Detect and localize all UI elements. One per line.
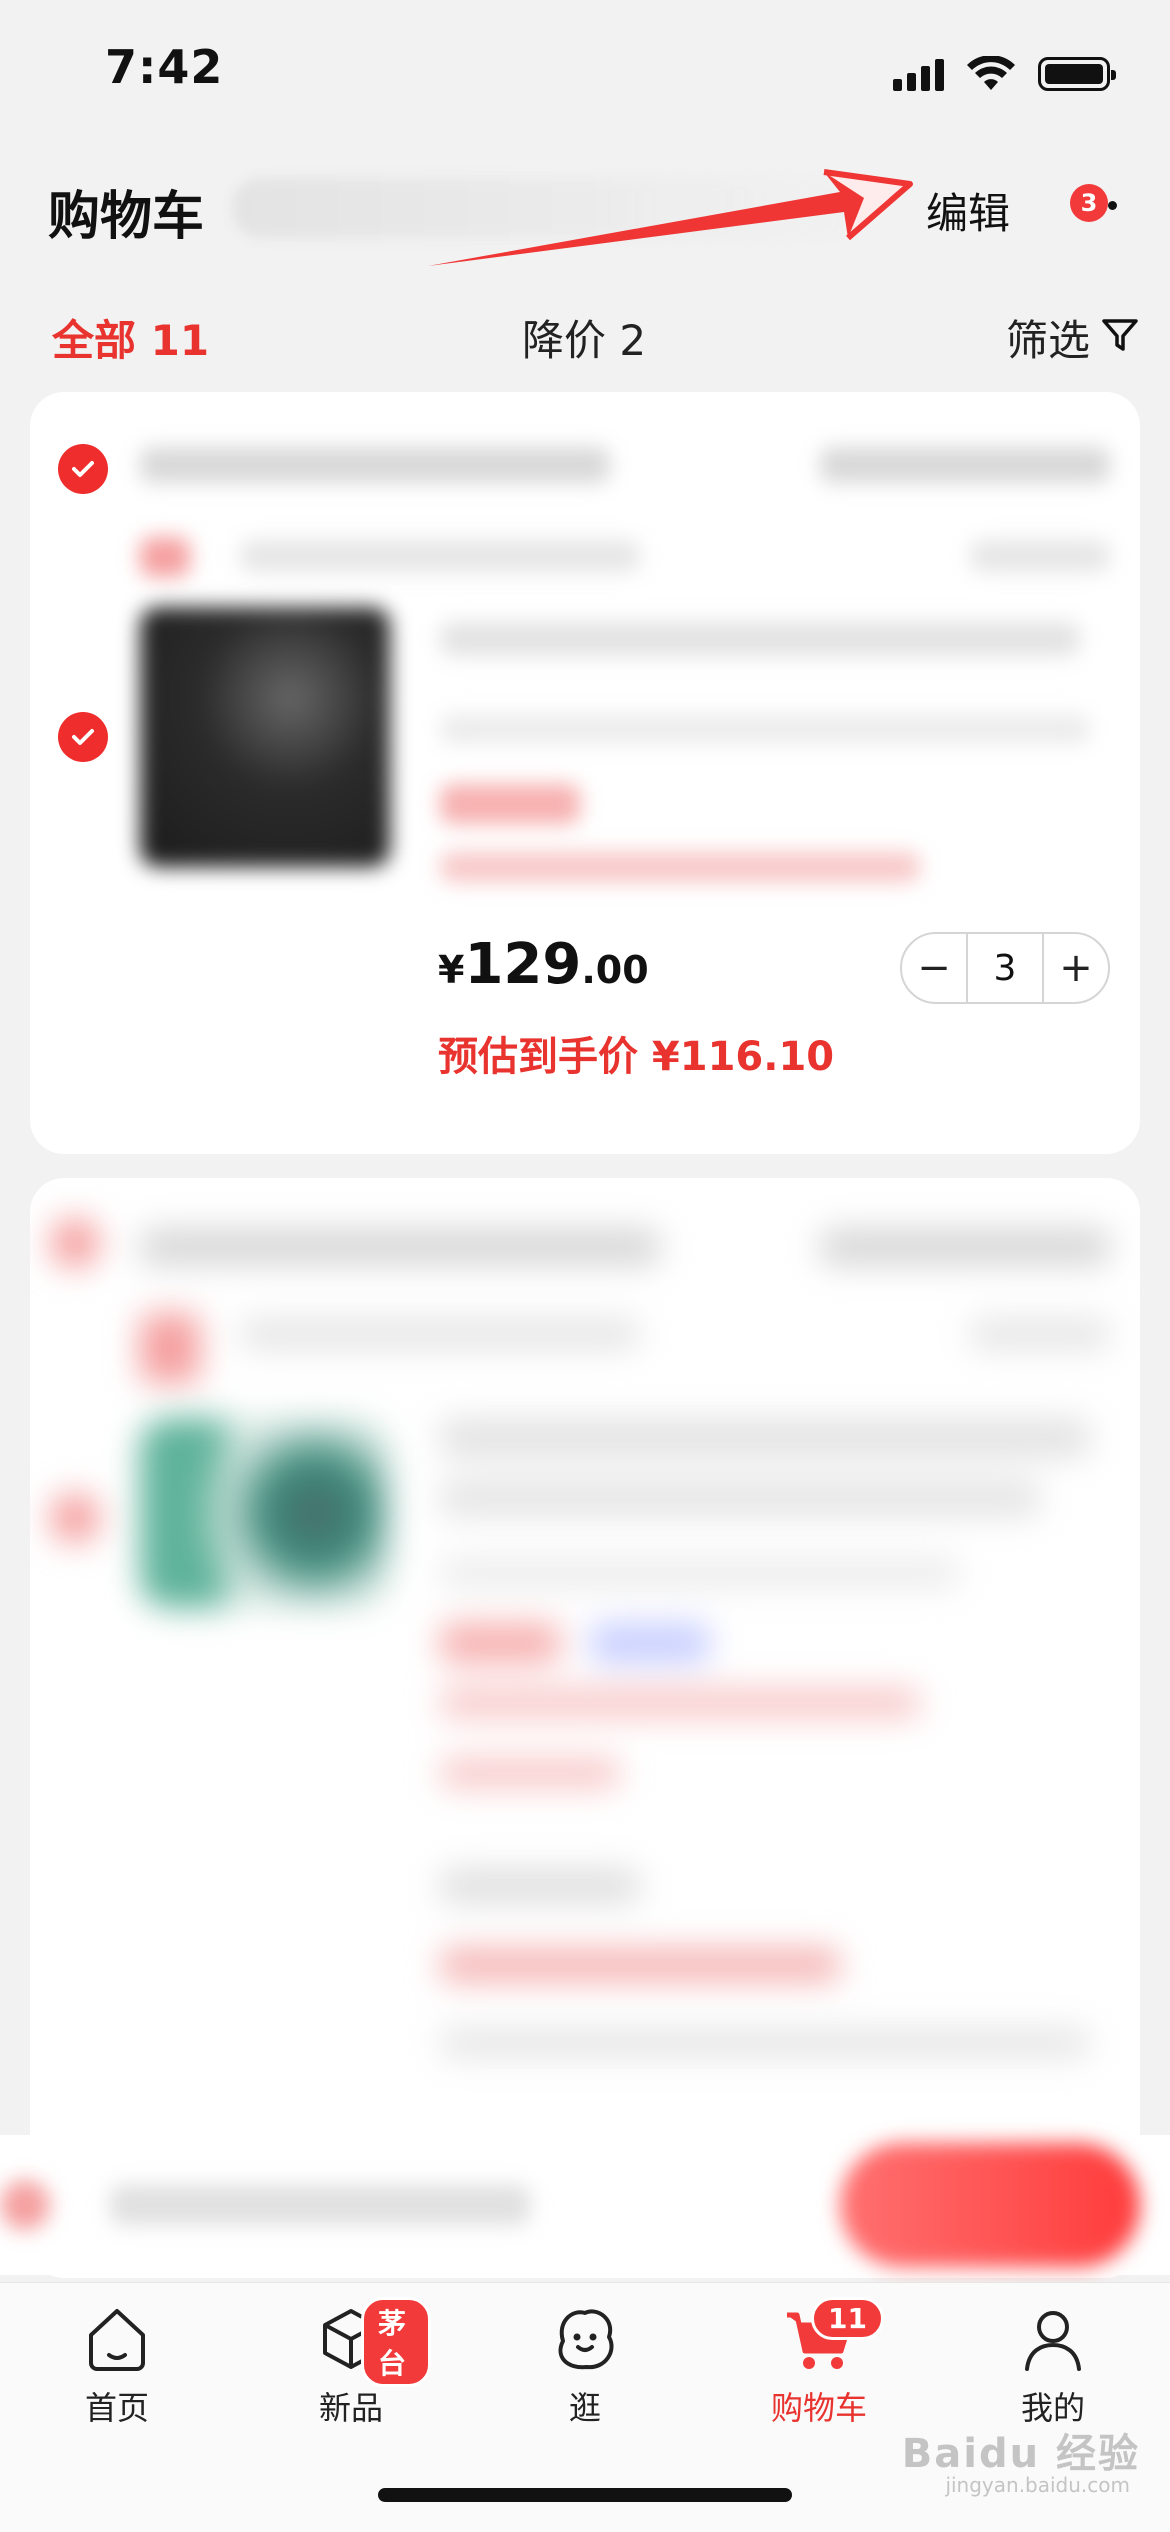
tab-price-drop[interactable]: 降价 2 [522,307,646,368]
home-indicator [378,2488,792,2502]
decrease-button[interactable]: − [902,934,966,1002]
more-badge: 3 [1070,184,1108,222]
checkout-bar [0,2135,1170,2275]
annotation-arrow-icon [428,169,913,266]
checkout-button[interactable] [840,2143,1140,2267]
item-select-checkbox[interactable] [58,712,108,762]
filter-icon[interactable] [1100,315,1140,355]
user-icon [1025,2311,1081,2371]
quantity-value[interactable]: 3 [966,934,1044,1002]
quantity-stepper[interactable]: − 3 + [900,932,1110,1004]
cart-item-card [30,1178,1140,2278]
face-icon [558,2309,614,2370]
estimated-price: 预估到手价 ¥116.10 [438,1034,835,1080]
home-icon [89,2309,145,2371]
page-title: 购物车 [48,187,205,247]
status-bar: 7:42 [0,0,1170,140]
wifi-icon [967,56,1015,90]
more-menu-button[interactable]: 3 [1060,180,1130,230]
product-image[interactable] [140,607,390,867]
battery-icon [1038,57,1116,91]
cart-header: 购物车 编辑 3 [0,150,1170,270]
tab-home[interactable]: 首页 [37,2301,197,2431]
edit-button[interactable]: 编辑 [926,180,1010,241]
tab-new[interactable]: 新品 茅台 [271,2297,431,2431]
increase-button[interactable]: + [1044,934,1108,1002]
tab-cart-badge: 11 [811,2297,884,2340]
tab-cart[interactable]: 购物车 11 [739,2297,899,2431]
status-icons [893,52,1116,96]
tab-new-badge: 茅台 [361,2297,431,2387]
tab-browse[interactable]: 逛 [505,2301,665,2431]
tab-profile[interactable]: 我的 [973,2301,1133,2431]
shop-select-checkbox[interactable] [58,444,108,494]
status-time: 7:42 [105,40,224,94]
watermark-url: jingyan.baidu.com [945,2473,1130,2497]
cart-item-card: ¥129.00 预估到手价 ¥116.10 − 3 + [30,392,1140,1154]
product-image[interactable] [140,1418,390,1608]
watermark-brand: Baidu 经验 [901,2431,1140,2477]
tab-all[interactable]: 全部 11 [52,307,209,368]
filter-button[interactable]: 筛选 [1006,307,1090,368]
cellular-signal-icon [893,57,944,91]
cart-filter-tabs: 全部 11 降价 2 筛选 [0,295,1170,375]
item-price: ¥129.00 [438,932,649,997]
